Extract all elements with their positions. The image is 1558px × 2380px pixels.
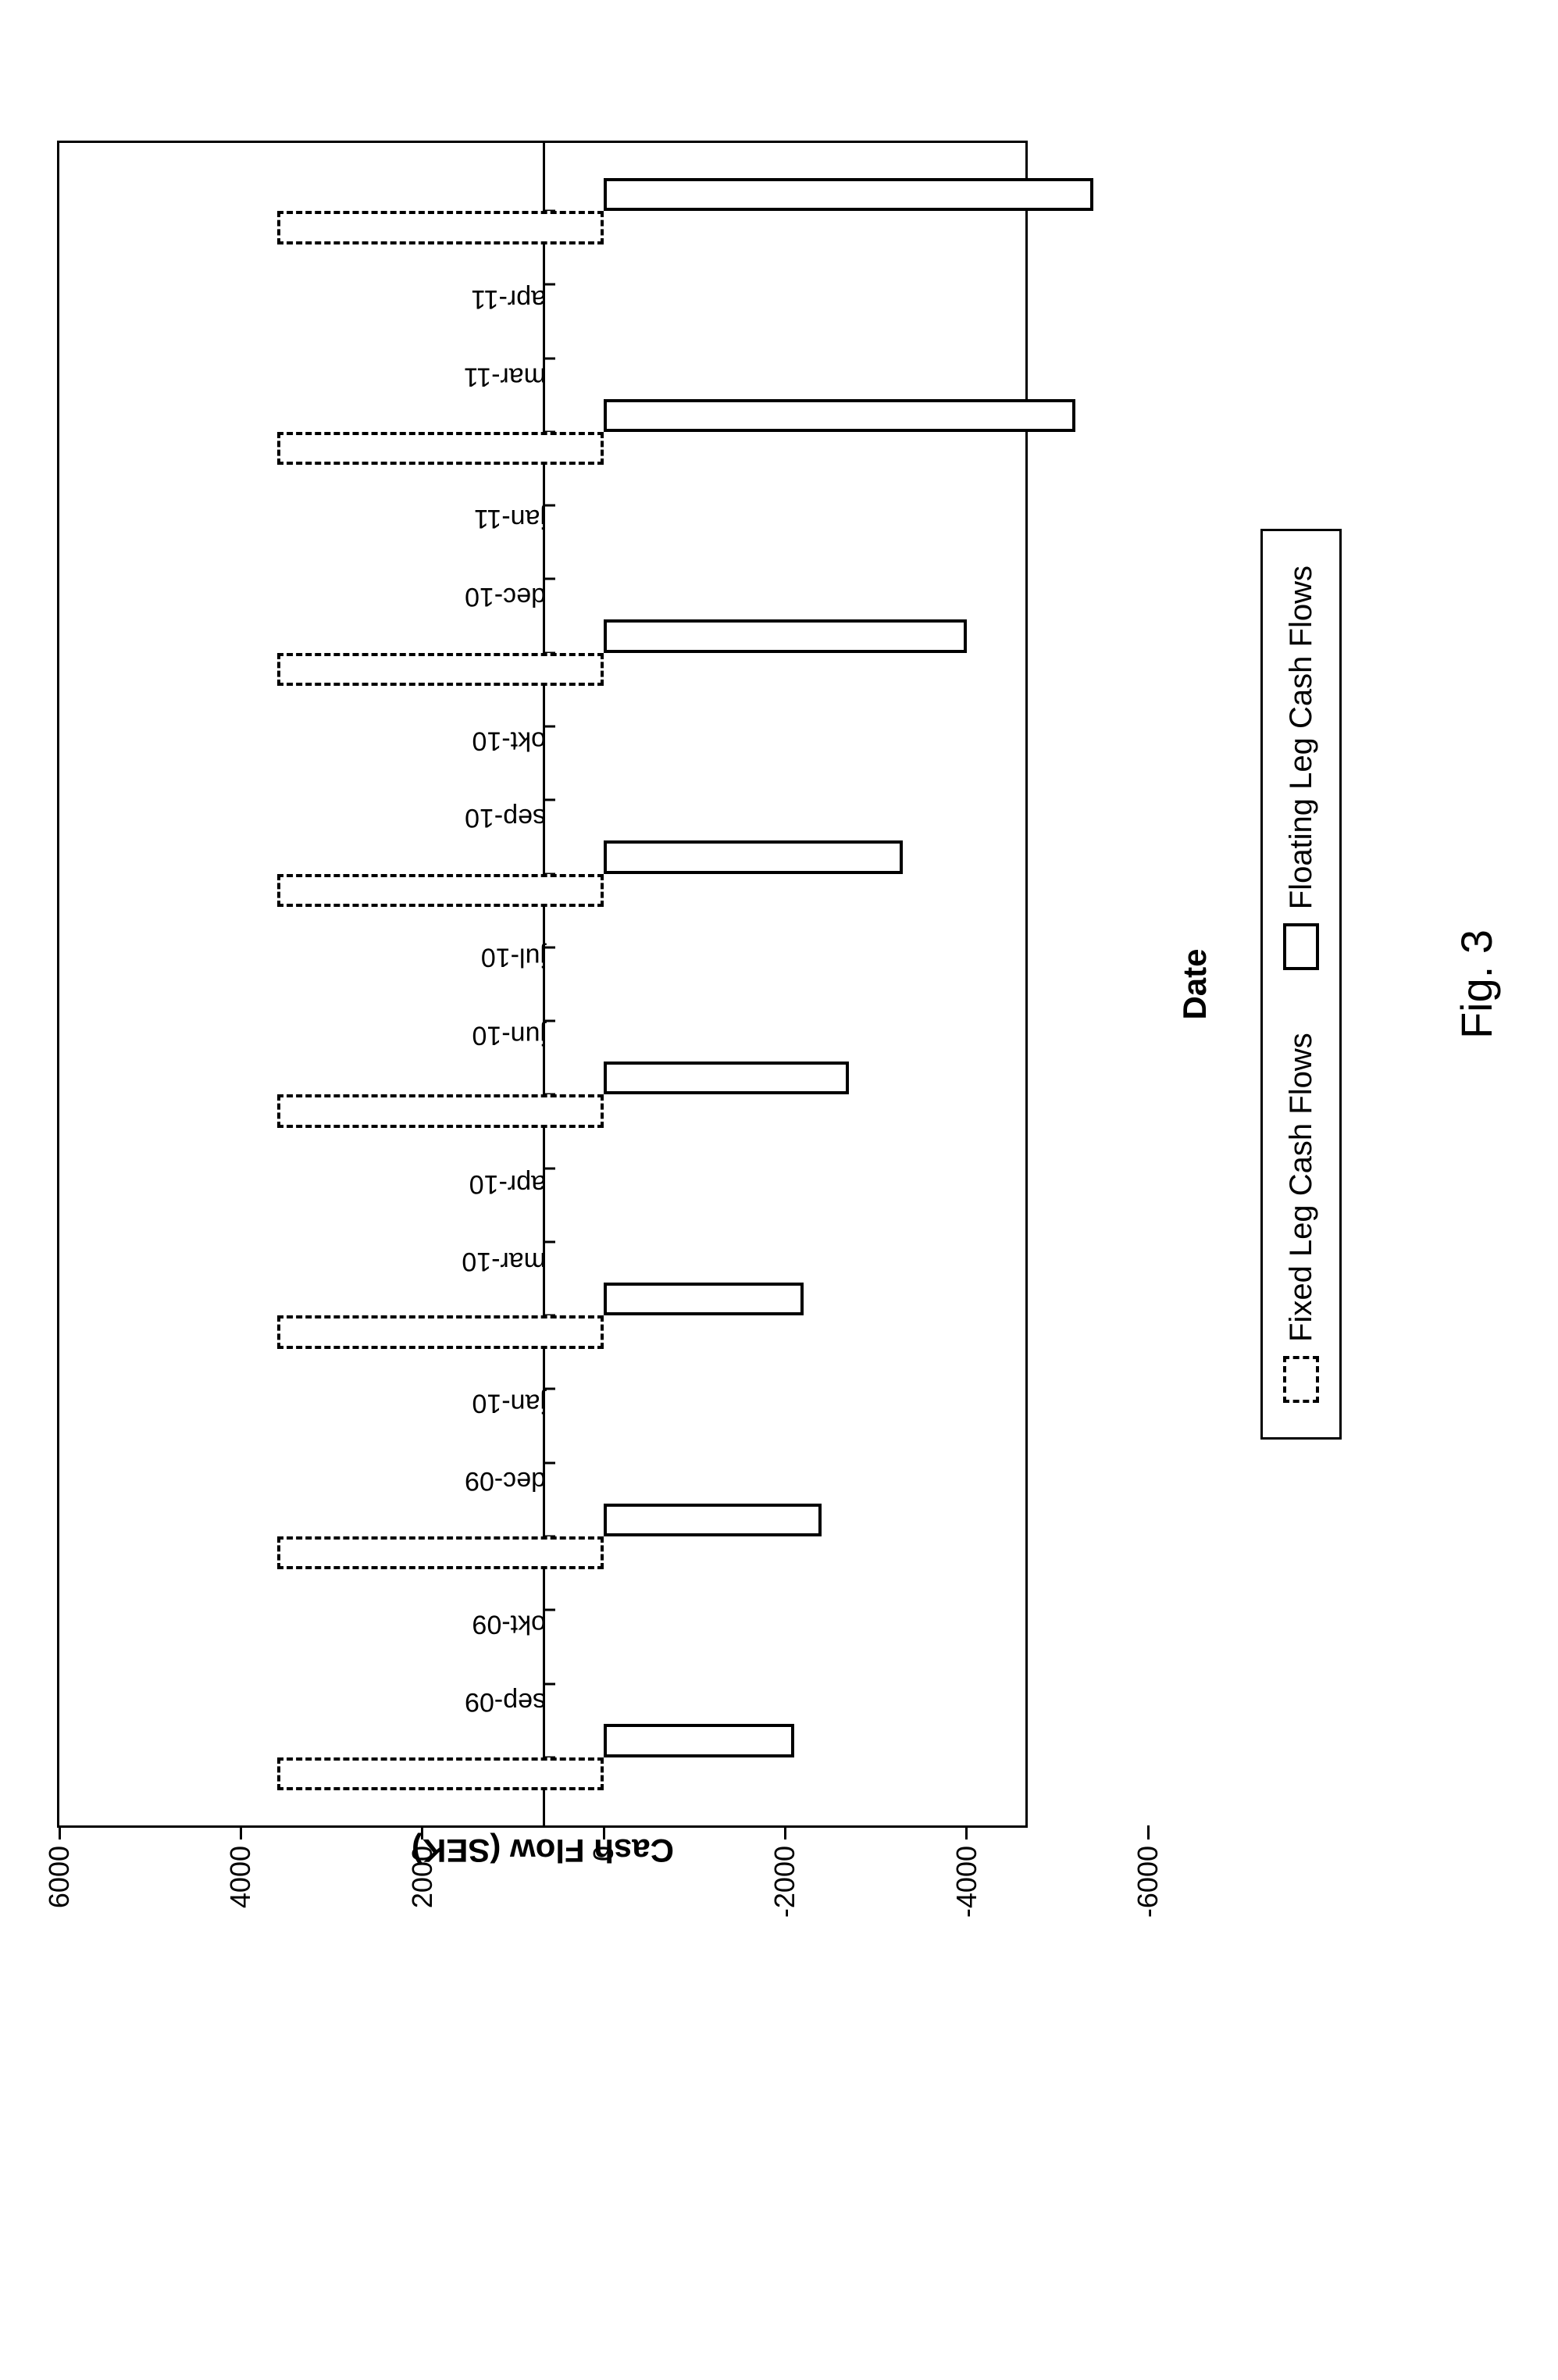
y-tick (58, 1825, 60, 1839)
bar-fixed (276, 1094, 603, 1127)
bar-floating (604, 619, 967, 652)
bar-floating (604, 1283, 804, 1315)
bar-fixed (276, 874, 603, 907)
legend: Fixed Leg Cash Flows Floating Leg Cash F… (1260, 529, 1342, 1440)
x-tick (542, 1240, 554, 1243)
x-axis-title: Date (1176, 948, 1214, 1019)
bar-floating (604, 1724, 794, 1757)
legend-label-floating: Floating Leg Cash Flows (1283, 566, 1318, 909)
x-tick-label: jul-10 (480, 941, 545, 972)
x-tick (542, 578, 554, 580)
bar-fixed (276, 211, 603, 244)
bar-fixed (276, 1757, 603, 1790)
bar-floating (604, 1504, 822, 1536)
x-tick (542, 1682, 554, 1685)
x-tick-label: jun-10 (471, 1019, 545, 1050)
bar-fixed (276, 1315, 603, 1348)
x-axis-line (542, 143, 544, 1825)
legend-item-fixed: Fixed Leg Cash Flows (1283, 1033, 1319, 1403)
y-tick-label: 2000 (405, 1846, 438, 1908)
legend-swatch-floating-icon (1283, 923, 1319, 970)
page: Cash Flow (SEK) -6000 -4000 -2000 0 2000 4000… (0, 0, 1558, 2380)
bar-floating (604, 1062, 849, 1094)
x-tick-label: jan-10 (471, 1388, 545, 1418)
y-tick (421, 1825, 423, 1839)
y-tick-label: -6000 (1132, 1846, 1164, 1918)
x-tick-label: apr-11 (470, 284, 545, 314)
x-tick-label: apr-10 (469, 1169, 545, 1199)
y-tick-label: 0 (587, 1846, 620, 1861)
chart: Cash Flow (SEK) -6000 -4000 -2000 0 2000 4000… (57, 47, 1502, 1921)
x-tick-label: okt-10 (472, 725, 546, 755)
x-tick-label: mar-11 (463, 361, 545, 391)
bar-floating (604, 178, 1093, 211)
x-tick-label: dec-10 (464, 581, 545, 612)
x-tick-label: sep-09 (464, 1686, 545, 1717)
bar-fixed (276, 653, 603, 686)
legend-label-fixed: Fixed Leg Cash Flows (1283, 1033, 1318, 1342)
bar-floating (604, 840, 903, 873)
x-tick-label: okt-09 (472, 1609, 546, 1640)
y-axis-title: Cash Flow (SEK) (411, 1832, 673, 1869)
x-tick-label: dec-09 (464, 1465, 545, 1496)
bar-fixed (276, 1536, 603, 1569)
rotated-container: Cash Flow (SEK) -6000 -4000 -2000 0 2000 4000… (57, 47, 1502, 1921)
x-tick-label: mar-10 (461, 1246, 545, 1276)
y-tick-label: 6000 (43, 1846, 76, 1908)
y-tick-label: -4000 (950, 1846, 982, 1918)
x-tick-label: jan-11 (473, 503, 545, 533)
y-tick (783, 1825, 786, 1839)
plot-area: Cash Flow (SEK) -6000-4000-2000020004000… (57, 141, 1028, 1828)
legend-swatch-fixed-icon (1283, 1356, 1319, 1403)
y-tick (965, 1825, 968, 1839)
x-tick (542, 357, 554, 359)
figure-caption: Fig. 3 (1451, 930, 1502, 1039)
x-tick-label: sep-10 (464, 802, 545, 833)
y-tick-label: -2000 (768, 1846, 801, 1918)
y-tick (1146, 1825, 1149, 1839)
bar-floating (604, 399, 1075, 432)
y-tick-label: 4000 (224, 1846, 257, 1908)
x-tick (542, 799, 554, 801)
bar-fixed (276, 432, 603, 465)
x-tick (542, 1461, 554, 1464)
legend-item-floating: Floating Leg Cash Flows (1283, 566, 1319, 970)
y-tick (239, 1825, 241, 1839)
y-tick (602, 1825, 604, 1839)
